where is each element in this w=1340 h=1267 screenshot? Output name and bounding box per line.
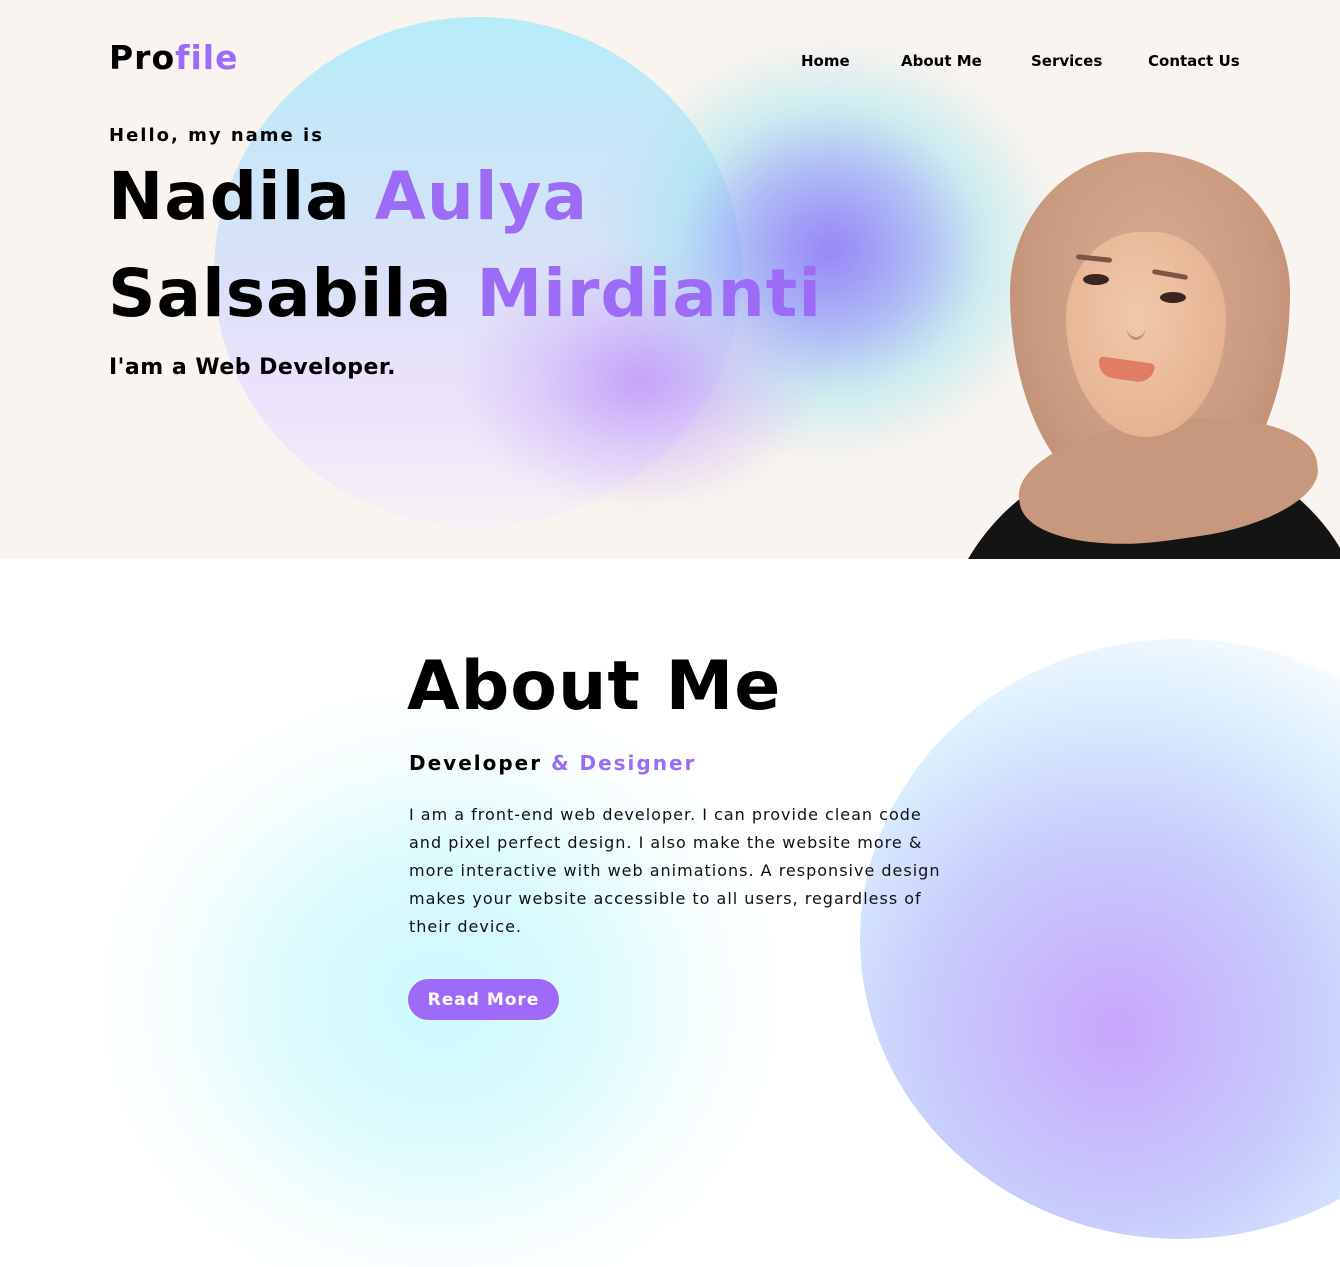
photo-nose <box>1126 312 1146 340</box>
about-subtitle-main: Developer <box>409 751 543 775</box>
name-first-accent: Aulya <box>374 158 589 235</box>
logo-text-primary: Pro <box>109 38 176 77</box>
read-more-button[interactable]: Read More <box>408 979 559 1020</box>
profile-photo <box>938 150 1340 559</box>
nav-link-about[interactable]: About Me <box>901 52 982 70</box>
about-title: About Me <box>407 647 782 726</box>
nav-link-contact[interactable]: Contact Us <box>1148 52 1240 70</box>
logo-text-accent: file <box>175 38 239 77</box>
photo-eye-left <box>1083 274 1109 285</box>
hero-name-line-1: Nadila Aulya <box>108 157 588 237</box>
about-subtitle-accent: & Designer <box>551 751 697 775</box>
hero-section: Profile Home About Me Services Contact U… <box>0 0 1340 559</box>
photo-eye-right <box>1160 292 1186 303</box>
nav-link-home[interactable]: Home <box>801 52 850 70</box>
hero-name-line-2: Salsabila Mirdianti <box>108 254 822 334</box>
name-second: Salsabila <box>108 255 453 332</box>
hero-role: I'am a Web Developer. <box>109 355 397 380</box>
hero-greeting: Hello, my name is <box>109 125 324 146</box>
about-section: About Me Developer & Designer I am a fro… <box>0 559 1340 1267</box>
about-paragraph: I am a front-end web developer. I can pr… <box>409 805 941 936</box>
name-second-accent: Mirdianti <box>476 255 822 332</box>
about-subtitle: Developer & Designer <box>409 751 696 775</box>
site-logo[interactable]: Profile <box>109 38 239 77</box>
nav-link-services[interactable]: Services <box>1031 52 1102 70</box>
name-first: Nadila <box>108 158 351 235</box>
